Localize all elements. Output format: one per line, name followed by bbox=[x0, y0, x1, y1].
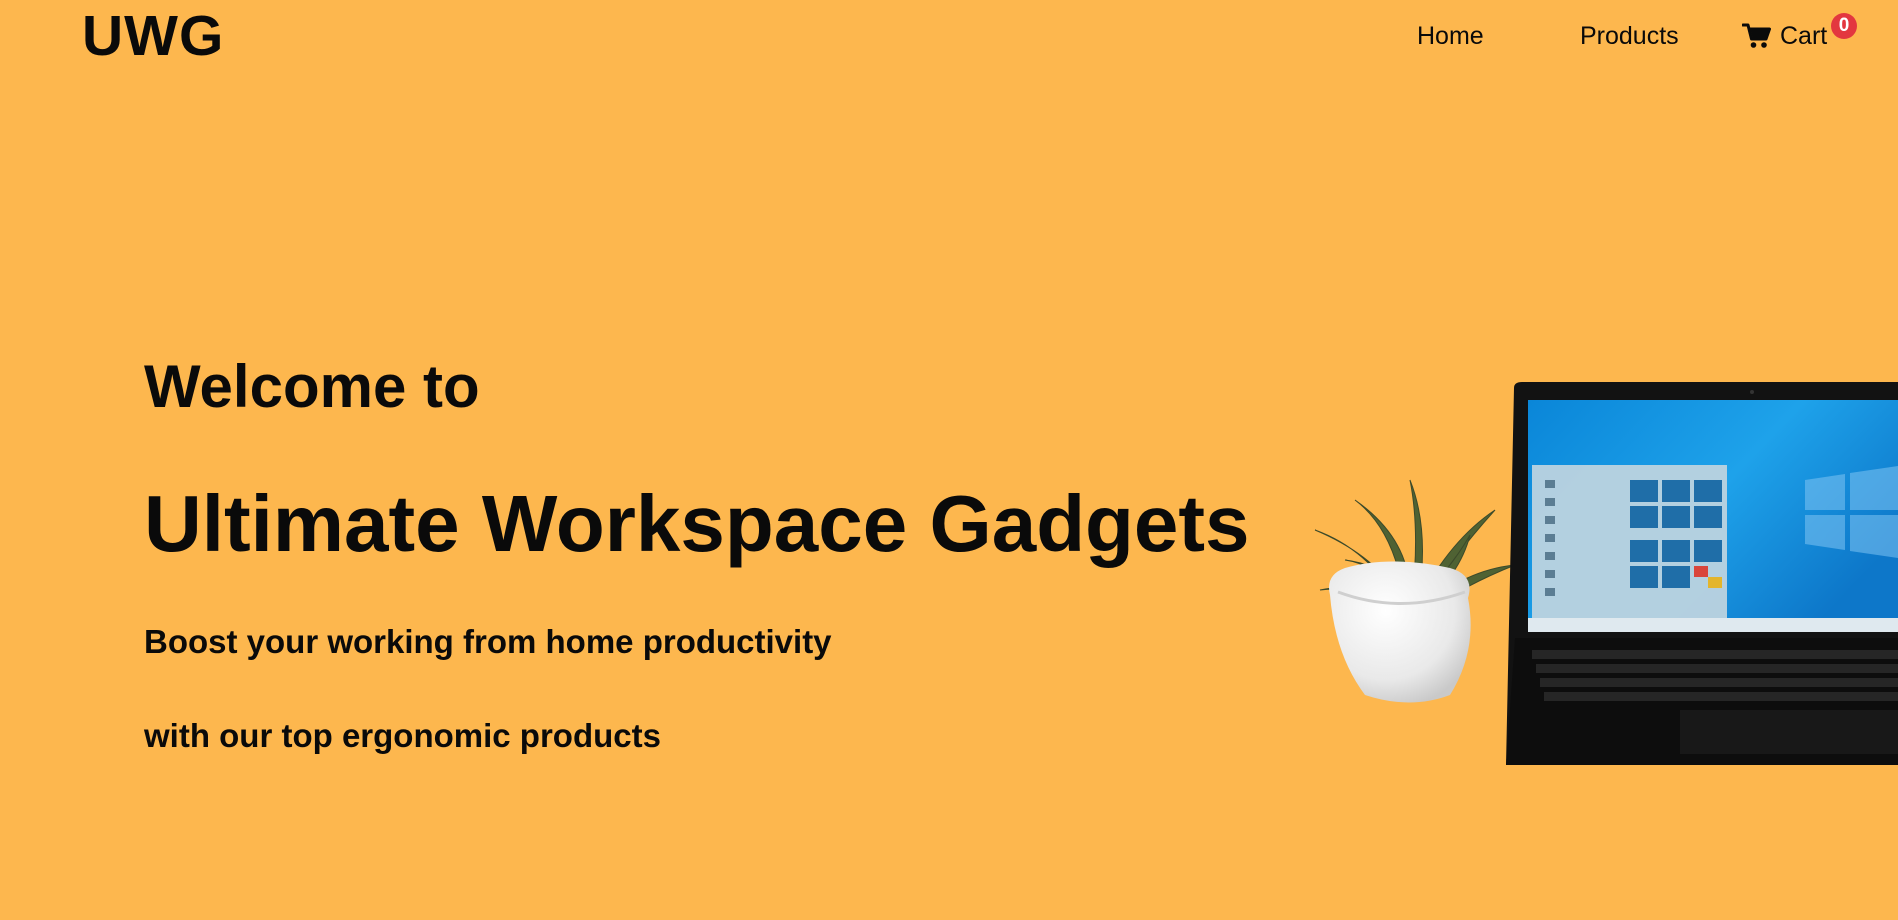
shopping-cart-icon bbox=[1742, 23, 1771, 48]
hero-tagline-line-2: with our top ergonomic products bbox=[144, 717, 661, 754]
brand-logo[interactable]: UWG bbox=[82, 4, 224, 68]
hero-welcome: Welcome to bbox=[144, 353, 480, 420]
navbar: UWG Home Products Cart 0 bbox=[0, 0, 1898, 74]
plant bbox=[1314, 479, 1516, 703]
nav-link-products[interactable]: Products bbox=[1580, 21, 1679, 51]
cart-count-badge: 0 bbox=[1831, 13, 1857, 39]
nav-link-home[interactable]: Home bbox=[1417, 21, 1484, 51]
cart-link[interactable]: Cart 0 bbox=[1742, 13, 1857, 51]
cart-label: Cart bbox=[1780, 22, 1828, 50]
hero-tagline-line-1: Boost your working from home productivit… bbox=[144, 623, 832, 660]
hero-headline: Ultimate Workspace Gadgets bbox=[144, 479, 1250, 568]
laptop bbox=[1506, 382, 1898, 765]
hero-image-laptop-plant bbox=[1314, 382, 1898, 765]
